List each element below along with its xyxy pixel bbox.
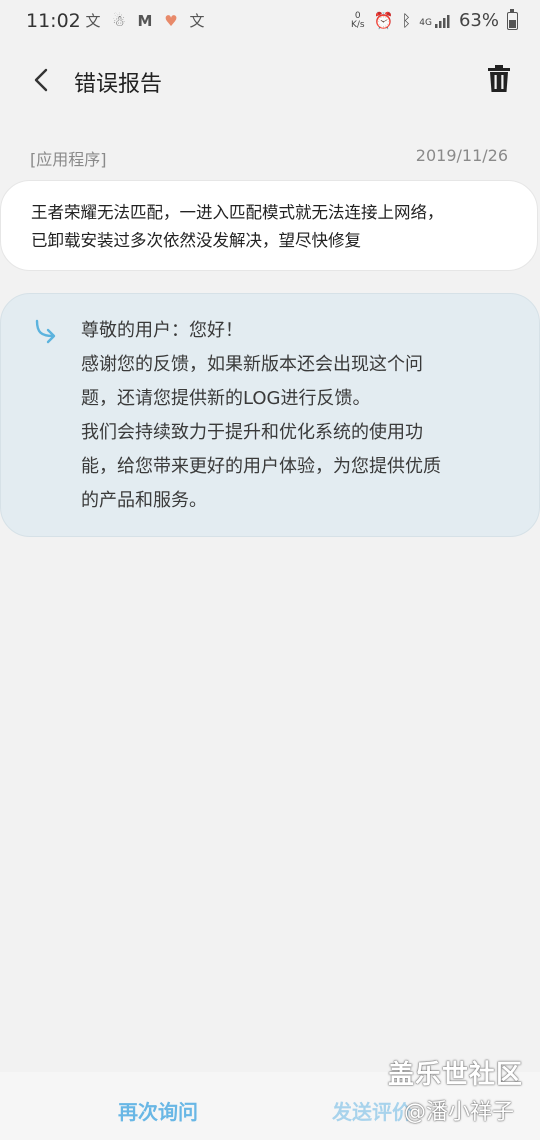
back-button[interactable]: [28, 62, 58, 98]
gmail-icon: M: [137, 11, 153, 30]
signal-icon: 4G: [419, 14, 451, 28]
signal-bars-icon: [434, 14, 450, 28]
reply-line: 我们会持续致力于提升和优化系统的使用功: [81, 422, 423, 443]
reply-line: 感谢您的反馈，如果新版本还会出现这个问: [81, 354, 423, 375]
battery-icon: [507, 8, 518, 30]
watermark: 盖乐世社区 @潘小祥子: [384, 1054, 534, 1134]
status-time: 11:02: [26, 10, 81, 32]
report-category: [应用程序]: [30, 150, 107, 169]
trash-icon: [488, 65, 510, 92]
user-report-bubble: 王者荣耀无法匹配，一进入匹配模式就无法连接上网络， 已卸载安装过多次依然没发解决…: [0, 180, 538, 271]
reply-line: 能，给您带来更好的用户体验，为您提供优质: [81, 456, 441, 477]
system-status-icons: 0 K/s ⏰ ᛒ 4G 63%: [350, 8, 518, 31]
report-meta: [应用程序] 2019/11/26: [30, 146, 508, 170]
translate-icon: 文: [189, 12, 205, 30]
back-arrow-icon: [34, 68, 48, 92]
bluetooth-icon: ᛒ: [401, 11, 412, 30]
alarm-icon: ⏰: [373, 11, 394, 30]
translate-icon: 文: [85, 12, 101, 30]
reply-text: 尊敬的用户：您好！ 感谢您的反馈，如果新版本还会出现这个问 题，还请您提供新的L…: [81, 314, 509, 518]
report-date: 2019/11/26: [415, 146, 508, 165]
page-title: 错误报告: [74, 72, 163, 97]
battery-percent: 63%: [458, 10, 499, 31]
ask-again-button[interactable]: 再次询问: [118, 1096, 198, 1125]
health-icon: ♥: [164, 11, 178, 30]
notification-icons: 文 ☃ M ♥ 文: [84, 10, 206, 31]
reply-line: 尊敬的用户：您好！: [81, 320, 243, 341]
report-message-line: 王者荣耀无法匹配，一进入匹配模式就无法连接上网络，: [31, 203, 444, 222]
signal-label: 4G: [419, 17, 432, 28]
reply-arrow-icon: [35, 319, 56, 344]
network-speed: 0 K/s: [350, 10, 365, 30]
reply-line: 题，还请您提供新的LOG进行反馈。: [81, 388, 371, 409]
delete-button[interactable]: [486, 64, 512, 94]
app-bar: 错误报告: [0, 44, 540, 116]
status-bar: 11:02 文 ☃ M ♥ 文 0 K/s ⏰ ᛒ 4G 63%: [0, 0, 540, 44]
watermark-user: @潘小祥子: [404, 1100, 515, 1125]
support-reply-bubble: 尊敬的用户：您好！ 感谢您的反馈，如果新版本还会出现这个问 题，还请您提供新的L…: [0, 293, 540, 537]
wechat-icon: ☃: [112, 11, 126, 30]
report-message-line: 已卸载安装过多次依然没发解决，望尽快修复: [31, 231, 361, 250]
watermark-brand: 盖乐世社区: [388, 1060, 524, 1090]
reply-line: 的产品和服务。: [81, 490, 207, 511]
